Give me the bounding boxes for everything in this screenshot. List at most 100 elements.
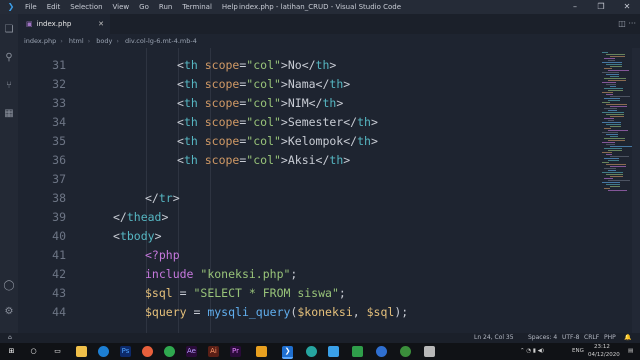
- menu-item-run[interactable]: Run: [154, 0, 177, 14]
- code-line[interactable]: 43 $sql = "SELECT * FROM siswa";: [18, 284, 598, 303]
- minimap-line: [608, 140, 625, 141]
- code-token: >: [172, 191, 180, 205]
- notes-icon[interactable]: [424, 346, 435, 357]
- code-line[interactable]: 44 $query = mysqli_query($koneksi, $sql);: [18, 303, 598, 322]
- code-line[interactable]: 35 <th scope="col">Kelompok</th>: [18, 132, 598, 151]
- code-line[interactable]: 32 <th scope="col">Nama</th>: [18, 75, 598, 94]
- minimap-line: [610, 166, 626, 167]
- menu-item-help[interactable]: Help: [217, 0, 243, 14]
- minimap-line: [610, 96, 630, 97]
- vscode-taskbar-icon[interactable]: ❯: [282, 346, 293, 359]
- premiere-icon[interactable]: Pr: [230, 346, 241, 357]
- line-ending[interactable]: CRLF: [584, 333, 599, 343]
- breadcrumb-item-html[interactable]: html: [69, 37, 84, 45]
- line-number: 37: [52, 172, 66, 186]
- search-icon[interactable]: ○: [28, 346, 39, 357]
- more-actions-icon[interactable]: ···: [628, 19, 636, 28]
- breadcrumb-item-body[interactable]: body: [96, 37, 112, 45]
- minimap-line: [610, 116, 624, 117]
- code-line[interactable]: 40 <tbody>: [18, 227, 598, 246]
- encoding[interactable]: UTF-8: [562, 333, 580, 343]
- code-line[interactable]: 34 <th scope="col">Semester</th>: [18, 113, 598, 132]
- split-editor-icon[interactable]: ◫: [618, 19, 626, 28]
- breadcrumb-item-div[interactable]: div.col-lg-6.mt-4.mb-4: [125, 37, 197, 45]
- code-token: "col": [246, 77, 281, 91]
- code-line[interactable]: 39 </thead>: [18, 208, 598, 227]
- clock-date[interactable]: 04/12/2020: [588, 351, 620, 359]
- maximize-icon[interactable]: ❐: [588, 0, 614, 14]
- minimap-line: [606, 64, 622, 65]
- code-token: $sql: [145, 286, 173, 300]
- minimap-line: [604, 138, 625, 139]
- menu-item-go[interactable]: Go: [134, 0, 154, 14]
- illustrator-icon[interactable]: Ai: [208, 346, 219, 357]
- notifications-bell-icon[interactable]: 🔔: [624, 333, 631, 343]
- edge-icon[interactable]: [98, 346, 109, 357]
- minimap-line: [602, 62, 622, 63]
- minimap-line: [610, 76, 619, 77]
- task-view-icon[interactable]: ▭: [52, 346, 63, 357]
- code-line[interactable]: 36 <th scope="col">Aksi</th>: [18, 151, 598, 170]
- code-line[interactable]: 31 <th scope="col">No</th>: [18, 56, 598, 75]
- menu-item-file[interactable]: File: [20, 0, 42, 14]
- menu-item-edit[interactable]: Edit: [42, 0, 66, 14]
- minimap[interactable]: [598, 48, 632, 333]
- account-icon[interactable]: ◯: [3, 280, 15, 292]
- spreadsheet-icon[interactable]: [352, 346, 363, 357]
- code-line[interactable]: 37: [18, 170, 598, 189]
- vertical-scrollbar[interactable]: [632, 48, 640, 333]
- minimap-line: [608, 60, 615, 61]
- minimize-icon[interactable]: –: [562, 0, 588, 14]
- minimap-line: [604, 78, 626, 79]
- file-explorer-icon[interactable]: [76, 346, 87, 357]
- code-token: <: [113, 229, 120, 243]
- language-mode[interactable]: PHP: [604, 333, 616, 343]
- code-editor[interactable]: 31 <th scope="col">No</th> 32 <th scope="co…: [18, 48, 598, 333]
- chrome-icon[interactable]: [164, 346, 175, 357]
- minimap-line: [606, 74, 619, 75]
- menu-item-terminal[interactable]: Terminal: [177, 0, 217, 14]
- close-tab-icon[interactable]: ✕: [98, 20, 104, 28]
- telegram-icon[interactable]: [328, 346, 339, 357]
- line-number: 43: [52, 286, 66, 300]
- minimap-line: [606, 144, 615, 145]
- cursor-position[interactable]: Ln 24, Col 35: [474, 333, 514, 343]
- windows-start-icon[interactable]: ⊞: [6, 346, 17, 357]
- whatsapp-icon[interactable]: [306, 346, 317, 357]
- close-icon[interactable]: ✕: [614, 0, 640, 14]
- code-line[interactable]: 38 </tr>: [18, 189, 598, 208]
- indentation[interactable]: Spaces: 4: [528, 333, 557, 343]
- extensions-icon[interactable]: ▦: [3, 108, 15, 120]
- code-token: ,: [352, 305, 367, 319]
- photoshop-icon[interactable]: Ps: [120, 346, 131, 357]
- code-line[interactable]: 33 <th scope="col">NIM</th>: [18, 94, 598, 113]
- search-icon[interactable]: ⚲: [3, 52, 15, 64]
- explorer-icon[interactable]: ❏: [3, 24, 15, 36]
- sublime-icon[interactable]: [256, 346, 267, 357]
- minimap-line: [606, 184, 620, 185]
- tab-index-php[interactable]: ▣ index.php ✕: [18, 14, 110, 34]
- code-token: </: [145, 191, 159, 205]
- breadcrumb-item-file[interactable]: index.php: [24, 37, 56, 45]
- qbittorrent-icon[interactable]: [376, 346, 387, 357]
- code-line[interactable]: 41 <?php: [18, 246, 598, 265]
- clock-time[interactable]: 23:12: [594, 343, 610, 351]
- remote-icon[interactable]: ⌂: [8, 333, 12, 343]
- menu-item-selection[interactable]: Selection: [65, 0, 107, 14]
- firefox-icon[interactable]: [142, 346, 153, 357]
- tray-icons[interactable]: ⌃ ◔ ▮ ◀): [520, 347, 544, 355]
- settings-gear-icon[interactable]: ⚙: [3, 306, 15, 318]
- action-center-icon[interactable]: ▤: [628, 347, 633, 355]
- minimap-line: [604, 148, 622, 149]
- minimap-line: [610, 86, 616, 87]
- code-token: scope: [204, 153, 240, 167]
- code-line[interactable]: 42 include "koneksi.php";: [18, 265, 598, 284]
- after-effects-icon[interactable]: Ae: [186, 346, 197, 357]
- source-control-icon[interactable]: ⑂: [3, 80, 15, 92]
- language-indicator[interactable]: ENG: [572, 347, 584, 355]
- line-number: 32: [52, 77, 66, 91]
- code-token: <: [177, 134, 184, 148]
- menu-item-view[interactable]: View: [108, 0, 135, 14]
- app-icon[interactable]: [400, 346, 411, 357]
